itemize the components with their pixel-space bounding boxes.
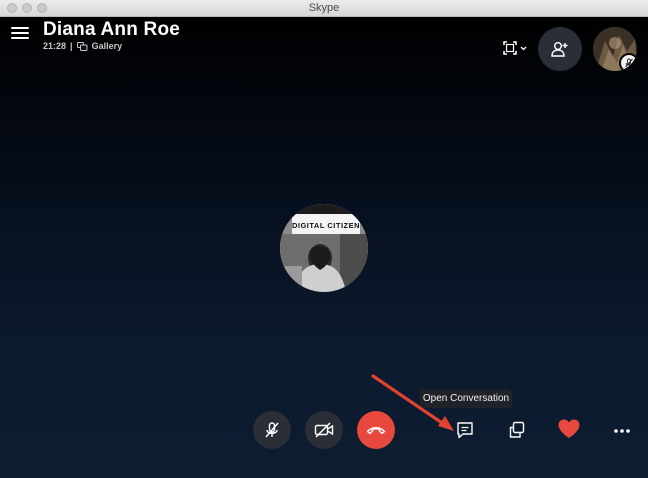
self-muted-badge (619, 53, 637, 71)
hamburger-menu-icon[interactable] (11, 25, 29, 41)
mute-button[interactable] (253, 411, 291, 449)
video-toggle-button[interactable] (305, 411, 343, 449)
fullscreen-button[interactable] (502, 40, 530, 58)
chat-icon (457, 422, 473, 439)
caller-avatar-image: DIGITAL CITIZEN (280, 204, 368, 292)
view-mode-label[interactable]: Gallery (92, 41, 123, 51)
mic-off-icon (625, 58, 633, 68)
open-conversation-button[interactable] (455, 420, 475, 440)
gallery-icon (76, 41, 88, 51)
call-duration: 21:28 (43, 41, 67, 51)
title-bar: Skype (0, 0, 648, 17)
open-conversation-tooltip: Open Conversation (420, 389, 512, 408)
window-title: Skype (308, 2, 340, 14)
fullscreen-icon (503, 41, 527, 55)
add-participant-button[interactable] (538, 27, 582, 71)
add-person-icon (551, 42, 568, 57)
video-off-icon (314, 422, 334, 438)
skype-window: Skype Diana Ann Roe 21:28 | Gallery DIGI… (0, 0, 648, 478)
more-options-button[interactable] (612, 424, 632, 436)
end-call-icon (366, 427, 386, 435)
end-call-button[interactable] (357, 411, 395, 449)
picture-in-picture-icon (509, 421, 525, 438)
mic-off-icon (265, 422, 279, 438)
picture-in-picture-button[interactable] (507, 420, 527, 440)
avatar-caption: DIGITAL CITIZEN (292, 221, 360, 230)
caller-name: Diana Ann Roe (43, 19, 181, 40)
more-options-icon (614, 429, 630, 433)
status-separator: | (70, 41, 73, 51)
heart-icon (558, 419, 580, 438)
caller-avatar: DIGITAL CITIZEN (280, 204, 368, 292)
call-status-line: 21:28 | Gallery (43, 41, 122, 51)
self-avatar[interactable] (593, 27, 637, 71)
reactions-button[interactable] (557, 418, 581, 440)
